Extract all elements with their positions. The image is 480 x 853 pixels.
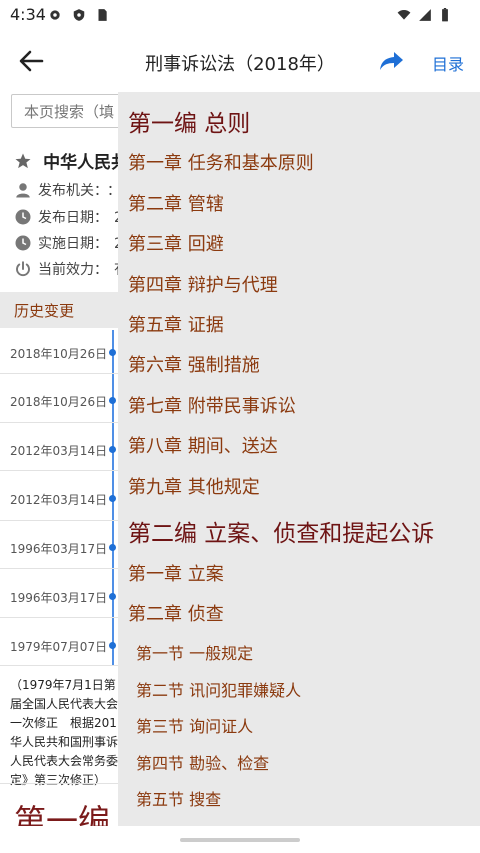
meta-row-effective-date: 实施日期：2 (14, 233, 123, 253)
note-line: 华人民共和国刑事诉 (10, 735, 118, 749)
divider (0, 373, 118, 374)
timeline-date[interactable]: 2018年10月26日 (10, 393, 107, 410)
toc-item-section[interactable]: 第三节 询问证人 (136, 713, 253, 737)
timeline-date[interactable]: 1996年03月17日 (10, 540, 107, 557)
toc-panel: 第一编 总则 第一章 任务和基本原则 第二章 管辖 第三章 回避 第四章 辩护与… (118, 92, 480, 826)
toc-item-part[interactable]: 第二编 立案、侦查和提起公诉 (128, 514, 434, 548)
timeline-dot (109, 397, 116, 404)
divider (0, 520, 118, 521)
meta-row-issuer: 发布机关：： (14, 180, 121, 200)
toc-item-chapter[interactable]: 第五章 证据 (128, 311, 224, 337)
star-icon[interactable] (14, 152, 32, 170)
toc-item-chapter[interactable]: 第二章 管辖 (128, 190, 224, 216)
timeline-date[interactable]: 1979年07月07日 (10, 638, 107, 655)
gear-icon (50, 10, 60, 20)
toc-item-section[interactable]: 第五节 搜查 (136, 786, 221, 810)
divider (0, 422, 118, 423)
timeline-date[interactable]: 2018年10月26日 (10, 345, 107, 362)
status-time: 4:34 (10, 5, 46, 24)
toc-item-section[interactable]: 第一节 一般规定 (136, 640, 253, 664)
timeline-dot (109, 349, 116, 356)
toc-item-chapter[interactable]: 第六章 强制措施 (128, 351, 260, 377)
person-icon (16, 183, 30, 198)
meta-label: 发布机关： (38, 183, 101, 199)
search-placeholder: 本页搜索（填 (24, 103, 115, 121)
toc-button[interactable]: 目录 (432, 51, 464, 75)
timeline-dot (109, 642, 116, 649)
toc-item-chapter[interactable]: 第一章 任务和基本原则 (128, 149, 314, 175)
law-title-row: 中华人民共 (14, 148, 128, 173)
law-title: 中华人民共 (43, 153, 129, 173)
divider (0, 783, 118, 784)
shield-icon (73, 9, 85, 21)
wifi-icon (397, 10, 411, 20)
timeline-dot (109, 593, 116, 600)
divider (0, 617, 118, 618)
toc-item-chapter[interactable]: 第二章 侦查 (128, 600, 224, 626)
home-gesture-handle[interactable] (180, 838, 300, 842)
note-line: 一次修正 根据201 (10, 716, 117, 730)
timeline-date[interactable]: 1996年03月17日 (10, 589, 107, 606)
timeline-dot (109, 495, 116, 502)
page-title: 刑事诉讼法（2018年） (145, 54, 335, 75)
clock-icon (15, 235, 31, 251)
timeline-date[interactable]: 2012年03月14日 (10, 491, 107, 508)
signal-icon (419, 9, 431, 21)
toc-item-section[interactable]: 第四节 勘验、检查 (136, 750, 269, 774)
clock-icon (15, 209, 31, 225)
note-line: （1979年7月1日第 (10, 678, 116, 692)
meta-row-status: 当前效力：有 (14, 259, 128, 279)
meta-label: 实施日期： (38, 236, 108, 252)
share-icon[interactable] (378, 50, 404, 72)
divider (0, 470, 118, 471)
timeline-date[interactable]: 2012年03月14日 (10, 442, 107, 459)
timeline-dot (109, 544, 116, 551)
app-bar: 刑事诉讼法（2018年） 目录 (0, 30, 480, 92)
history-tab[interactable]: 历史变更 (0, 292, 118, 328)
meta-label: 发布日期： (38, 210, 108, 226)
toc-item-chapter[interactable]: 第八章 期间、送达 (128, 432, 278, 458)
toc-item-section[interactable]: 第二节 讯问犯罪嫌疑人 (136, 677, 301, 701)
meta-label: 当前效力： (38, 262, 108, 278)
meta-row-publish-date: 发布日期：2 (14, 207, 123, 227)
toc-item-chapter[interactable]: 第一章 立案 (128, 560, 224, 586)
history-tab-label: 历史变更 (14, 302, 75, 320)
status-bar: 4:34 (0, 0, 480, 30)
sd-card-icon (98, 9, 107, 21)
toc-item-part[interactable]: 第一编 总则 (128, 104, 250, 138)
revision-note: （1979年7月1日第 届全国人民代表大会 一次修正 根据201 华人民共和国刑… (10, 676, 118, 790)
toc-item-chapter[interactable]: 第三章 回避 (128, 230, 224, 256)
divider (0, 568, 118, 569)
divider (0, 665, 118, 666)
toc-item-chapter[interactable]: 第七章 附带民事诉讼 (128, 392, 296, 418)
toc-item-chapter[interactable]: 第四章 辩护与代理 (128, 271, 278, 297)
note-line: 届全国人民代表大会 (10, 697, 118, 711)
toc-item-chapter[interactable]: 第九章 其他规定 (128, 473, 260, 499)
note-line: 人民代表大会常务委 (10, 754, 118, 768)
note-line: 定》第三次修正） (10, 773, 107, 787)
power-icon (16, 261, 30, 277)
battery-icon (442, 8, 448, 22)
timeline-dot (109, 446, 116, 453)
